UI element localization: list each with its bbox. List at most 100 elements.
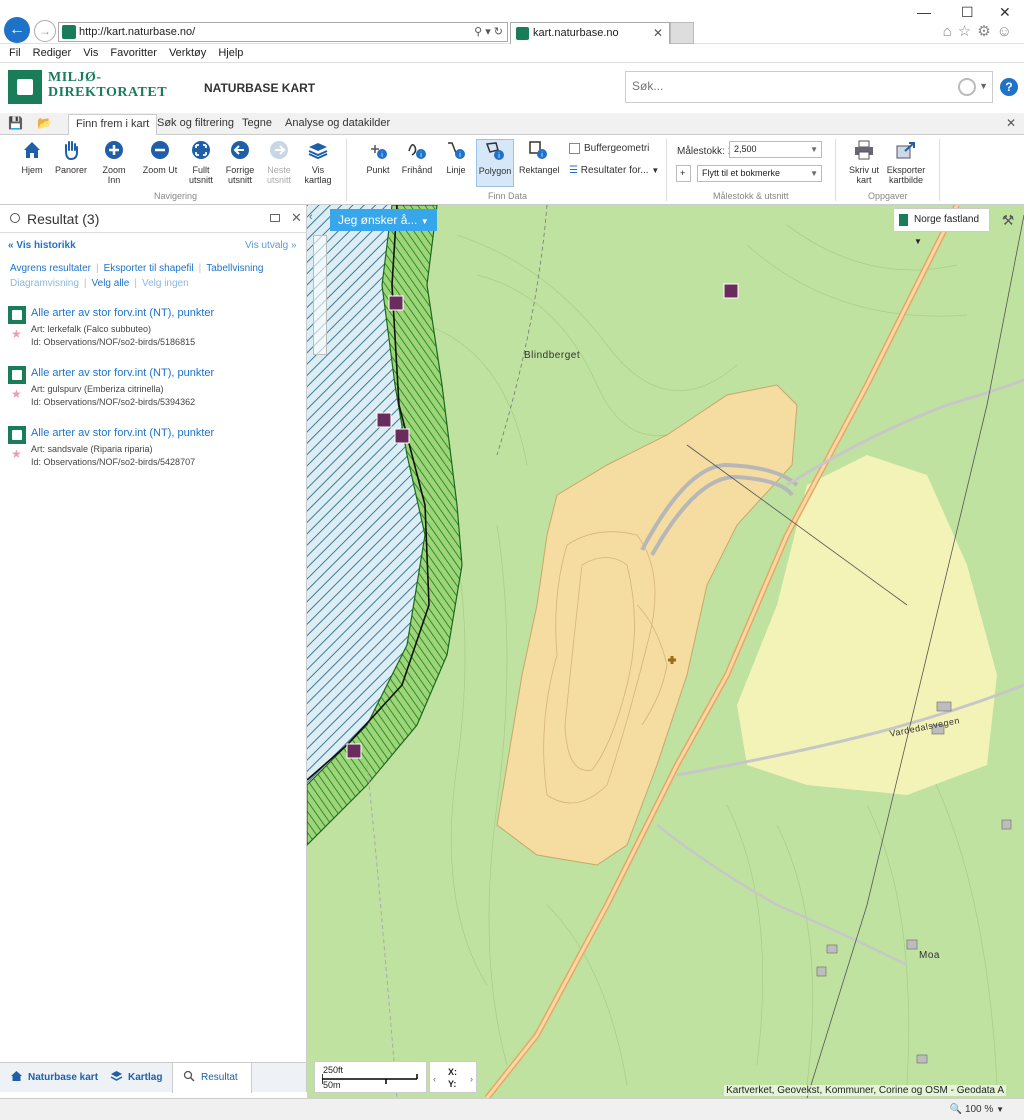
tab-naturbase-kart[interactable]: Naturbase kart [0, 1063, 106, 1093]
freehand-icon: i [408, 144, 426, 159]
close-panel-icon[interactable]: ✕ [291, 210, 302, 226]
result-title[interactable]: Alle arter av stor forv.int (NT), punkte… [31, 367, 214, 379]
previous-extent-button[interactable]: Forrige utsnitt [221, 139, 259, 185]
polygon-button[interactable]: i Polygon [476, 139, 514, 187]
browser-tab[interactable]: kart.naturbase.no ✕ [510, 22, 670, 44]
minimize-panel-icon[interactable] [270, 214, 280, 222]
line-label: Linje [446, 165, 466, 175]
result-item[interactable]: ★ Alle arter av stor forv.int (NT), punk… [8, 366, 303, 414]
checkbox-box[interactable] [569, 143, 580, 154]
chevron-left-icon[interactable]: ‹ [309, 211, 313, 223]
show-layers-button[interactable]: Vis kartlag [299, 139, 337, 185]
zoom-out-button[interactable]: Zoom Ut [141, 139, 179, 175]
layers-icon [308, 143, 328, 160]
tab-kartlag[interactable]: Kartlag [100, 1063, 172, 1093]
new-tab-button[interactable] [670, 22, 694, 44]
coordinate-readout: ‹ X: Y: › [429, 1061, 477, 1093]
url-text[interactable]: http://kart.naturbase.no/ [79, 26, 195, 38]
buffer-checkbox[interactable]: Buffergeometri [569, 143, 649, 154]
zoom-out-label: Zoom Ut [142, 165, 178, 175]
menu-item-tools[interactable]: Verktøy [169, 44, 206, 62]
result-title[interactable]: Alle arter av stor forv.int (NT), punkte… [31, 427, 214, 439]
polygon-label: Polygon [478, 166, 512, 176]
tasks-group-label: Oppgaver [868, 191, 908, 201]
result-item[interactable]: ★ Alle arter av stor forv.int (NT), punk… [8, 426, 303, 474]
chevron-left-icon[interactable]: ‹ [433, 1074, 436, 1084]
tab-resultat[interactable]: Resultat (3) [172, 1063, 252, 1113]
menu-item-edit[interactable]: Rediger [33, 44, 72, 62]
flag-icon [899, 214, 908, 226]
search-box[interactable]: ▼ [625, 71, 993, 103]
search-input[interactable] [632, 79, 932, 93]
search-icon[interactable] [958, 78, 976, 96]
map-view[interactable]: Blindberget Moa Vardedalsvegen ‹ Jeg øns… [307, 205, 1024, 1098]
chevron-down-icon[interactable]: ▼ [979, 81, 988, 91]
zoom-level[interactable]: 🔍 100 % ▼ [950, 1104, 1004, 1115]
menu-item-file[interactable]: Fil [9, 44, 21, 62]
menu-bar: Fil Rediger Vis Favoritter Verktøy Hjelp [0, 44, 1024, 62]
tab-finn-frem[interactable]: Finn frem i kart [68, 114, 158, 136]
favorite-star-icon[interactable]: ★ [11, 447, 22, 461]
rectangle-button[interactable]: i Rektangel [519, 139, 560, 175]
history-link[interactable]: « Vis historikk [8, 240, 76, 251]
forward-button[interactable]: → [34, 20, 56, 42]
export-image-button[interactable]: Eksporter kartbilde [884, 139, 928, 185]
address-bar[interactable]: http://kart.naturbase.no/ ⚲ ▾ ↻ [58, 22, 508, 42]
bookmark-select[interactable]: Flytt til et bokmerke ▼ [697, 165, 822, 182]
printer-icon [855, 140, 873, 160]
freehand-button[interactable]: i Frihånd [398, 139, 436, 175]
zoom-in-button[interactable]: Zoom Inn [95, 139, 133, 185]
minimize-icon[interactable]: — [917, 4, 931, 20]
result-actions: Avgrens resultater | Eksporter til shapefi… [10, 261, 300, 291]
point-button[interactable]: i Punkt [359, 139, 397, 175]
result-item[interactable]: ★ Alle arter av stor forv.int (NT), punk… [8, 306, 303, 354]
next-extent-button[interactable]: Neste utsnitt [260, 139, 298, 185]
open-folder-icon[interactable]: 📂 [37, 116, 52, 130]
tab-analyse[interactable]: Analyse og datakilder [285, 117, 390, 129]
diagram-view-link[interactable]: Diagramvisning [10, 278, 79, 289]
select-none-link[interactable]: Velg ingen [142, 278, 189, 289]
chevron-right-icon[interactable]: › [470, 1074, 473, 1084]
maximize-icon[interactable]: ☐ [961, 4, 974, 21]
ribbon-divider [939, 139, 940, 201]
favorite-star-icon[interactable]: ★ [11, 387, 22, 401]
browser-tools-icon[interactable]: ⌂☆⚙☺ [943, 22, 1018, 40]
place-label: Moa [919, 950, 940, 961]
help-icon[interactable]: ? [1000, 78, 1018, 96]
result-title[interactable]: Alle arter av stor forv.int (NT), punkte… [31, 307, 214, 319]
action-menu-button[interactable]: Jeg ønsker å... ▼ [330, 209, 437, 231]
menu-item-help[interactable]: Hjelp [218, 44, 243, 62]
wrench-icon[interactable]: ⚒ [996, 209, 1020, 231]
region-select[interactable]: Norge fastland ▼ [893, 208, 990, 246]
line-button[interactable]: i Linje [437, 139, 475, 175]
save-icon[interactable]: 💾 [8, 116, 23, 130]
menu-item-view[interactable]: Vis [83, 44, 98, 62]
home-button[interactable]: Hjem [13, 139, 51, 175]
map-attribution: Kartverket, Geovekst, Kommuner, Corine o… [724, 1085, 1006, 1096]
menu-item-favorites[interactable]: Favoritter [110, 44, 156, 62]
close-window-icon[interactable]: ✕ [999, 4, 1011, 21]
export-shapefile-link[interactable]: Eksporter til shapefil [104, 263, 194, 274]
back-button[interactable]: ← [4, 17, 30, 43]
zoom-in-label: Zoom Inn [102, 165, 126, 185]
full-extent-button[interactable]: Fullt utsnitt [182, 139, 220, 185]
double-chevron-right-icon: » [290, 240, 297, 251]
pan-button[interactable]: Panorer [52, 139, 90, 175]
address-actions-icon[interactable]: ⚲ ▾ ↻ [474, 25, 503, 38]
tab-tegne[interactable]: Tegne [242, 117, 272, 129]
favorite-star-icon[interactable]: ★ [11, 327, 22, 341]
quarry-area [496, 384, 798, 866]
print-map-button[interactable]: Skriv ut kart [845, 139, 883, 185]
zoom-slider[interactable] [313, 235, 327, 355]
chevron-down-icon: ▼ [810, 169, 818, 178]
select-all-link[interactable]: Velg alle [92, 278, 130, 289]
tab-close-icon[interactable]: ✕ [653, 26, 663, 40]
results-for-dropdown[interactable]: ☰ Resultater for... ▼ [569, 165, 659, 176]
table-view-link[interactable]: Tabellvisning [206, 263, 263, 274]
close-icon[interactable]: ✕ [1006, 116, 1016, 130]
scale-select[interactable]: 2,500 ▼ [729, 141, 822, 158]
add-bookmark-button[interactable]: + [676, 165, 691, 182]
limit-results-link[interactable]: Avgrens resultater [10, 263, 91, 274]
tab-sok-filtrering[interactable]: Søk og filtrering [157, 117, 234, 129]
selection-link[interactable]: Vis utvalg » [245, 240, 297, 251]
